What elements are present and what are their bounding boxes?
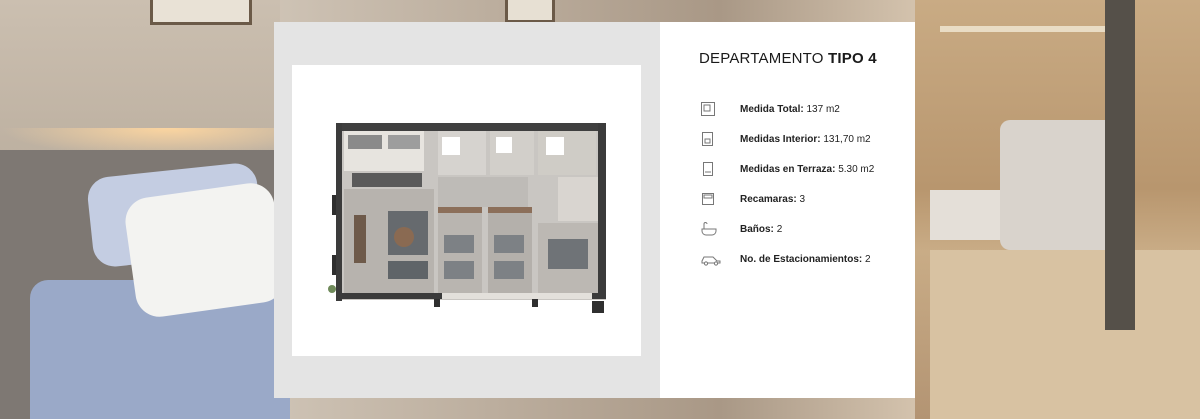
spec-parking: No. de Estacionamientos: 2 <box>700 244 910 274</box>
spec-label: Medidas Interior: <box>740 133 821 145</box>
spec-value: 131,70 m2 <box>823 133 871 145</box>
spec-label: Medidas en Terraza: <box>740 163 836 175</box>
spec-value: 5.30 m2 <box>838 163 875 175</box>
rug <box>930 190 1000 240</box>
title-type: TIPO 4 <box>828 50 877 67</box>
sofa <box>1000 120 1120 250</box>
spec-bathrooms: Baños: 2 <box>700 214 910 244</box>
wall-shelf <box>940 26 1130 32</box>
spec-value: 3 <box>799 193 806 205</box>
spec-label: Medida Total: <box>740 103 804 115</box>
spec-value: 2 <box>865 253 871 265</box>
wood-floor <box>930 250 1200 419</box>
wall-picture-frame <box>150 0 252 25</box>
floor-plan-drawing <box>328 123 606 313</box>
spec-text: Medida Total: 137 m2 <box>740 104 840 115</box>
title-prefix: DEPARTAMENTO <box>699 50 824 67</box>
terrace-icon <box>700 160 726 178</box>
spec-value: 137 m2 <box>806 103 840 115</box>
total-area-icon <box>700 100 726 118</box>
spec-label: No. de Estacionamientos: <box>740 253 863 265</box>
spec-bedrooms: Recamaras: 3 <box>700 184 910 214</box>
floor-plan-image <box>292 65 641 356</box>
spec-text: Recamaras: 3 <box>740 194 805 205</box>
bathtub-icon <box>700 220 726 238</box>
interior-area-icon <box>700 130 726 148</box>
spec-label: Baños: <box>740 223 774 235</box>
specs-list: Medida Total: 137 m2 Medidas Interior: 1… <box>700 94 910 274</box>
bed-icon <box>700 190 726 208</box>
spec-total-area: Medida Total: 137 m2 <box>700 94 910 124</box>
apartment-title: DEPARTAMENTO TIPO 4 <box>699 50 877 67</box>
spec-text: Medidas en Terraza: 5.30 m2 <box>740 164 874 175</box>
info-pane: DEPARTAMENTO TIPO 4 Medida Total: 137 m2… <box>660 22 915 398</box>
spec-text: Medidas Interior: 131,70 m2 <box>740 134 871 145</box>
spec-terrace-area: Medidas en Terraza: 5.30 m2 <box>700 154 910 184</box>
spec-interior-area: Medidas Interior: 131,70 m2 <box>700 124 910 154</box>
spec-value: 2 <box>776 223 783 235</box>
spec-text: Baños: 2 <box>740 224 782 235</box>
wall-picture-frame <box>505 0 555 23</box>
car-icon <box>700 250 726 268</box>
door-frame <box>1105 0 1135 330</box>
apartment-info-card: DEPARTAMENTO TIPO 4 Medida Total: 137 m2… <box>274 22 915 398</box>
floor-plan-pane <box>274 22 660 398</box>
spec-text: No. de Estacionamientos: 2 <box>740 254 871 265</box>
spec-label: Recamaras: <box>740 193 797 205</box>
pillow <box>122 180 288 320</box>
